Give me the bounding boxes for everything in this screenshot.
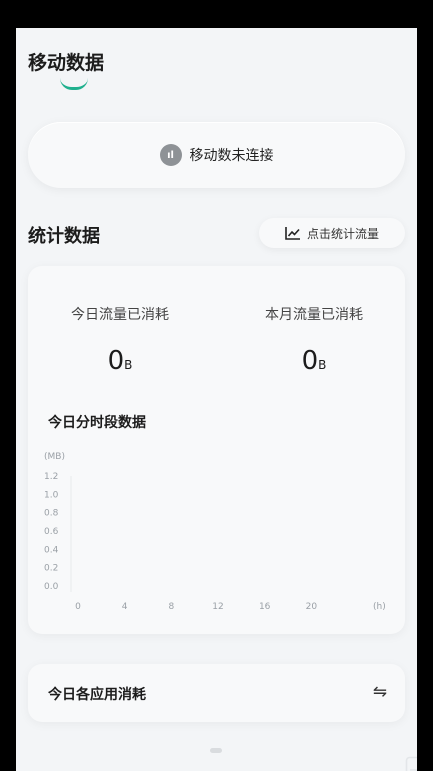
stats-heading: 统计数据 xyxy=(28,226,100,247)
x-tick-label: 0 xyxy=(75,602,81,612)
y-tick-label: 1.2 xyxy=(44,472,58,482)
app-usage-label: 今日各应用消耗 xyxy=(48,687,146,703)
line-chart-icon xyxy=(285,226,301,240)
month-usage-label: 本月流量已消耗 xyxy=(265,307,363,323)
x-tick-label: 20 xyxy=(306,602,318,612)
y-axis-unit: (MB) xyxy=(44,452,65,462)
y-tick-label: 0.8 xyxy=(44,509,59,519)
x-tick-label: 4 xyxy=(122,602,128,612)
app-usage-card[interactable]: 今日各应用消耗 ⇋ xyxy=(28,664,405,722)
floating-window-icon[interactable] xyxy=(405,756,417,771)
swap-arrows-icon[interactable]: ⇋ xyxy=(373,682,387,702)
y-tick-label: 0.6 xyxy=(44,527,59,537)
count-traffic-label: 点击统计流量 xyxy=(306,226,379,241)
y-tick-label: 0.2 xyxy=(44,564,58,574)
today-usage-label: 今日流量已消耗 xyxy=(71,307,169,323)
page-title: 移动数据 xyxy=(28,52,105,74)
month-usage-number: 0 xyxy=(301,346,319,376)
today-usage-number: 0 xyxy=(107,346,125,376)
connection-status-text: 移动数未连接 xyxy=(189,148,274,164)
home-indicator xyxy=(210,748,222,753)
stats-card: 今日流量已消耗 本月流量已消耗 0B 0B 今日分时段数据 (MB) (h) 0… xyxy=(28,266,405,634)
y-tick-label: 1.0 xyxy=(44,490,59,500)
x-axis-unit: (h) xyxy=(373,602,386,612)
hourly-usage-chart: (MB) (h) 0.0 0.2 0.4 0.6 0.8 1.0 1.2 0 4 8 12 16 20 xyxy=(44,452,386,612)
x-tick-label: 8 xyxy=(168,602,174,612)
x-tick-label: 12 xyxy=(212,602,223,612)
y-tick-label: 0.4 xyxy=(44,545,59,555)
month-usage-value: 0B xyxy=(224,346,404,376)
screen: 移动数据 ıl 移动数未连接 统计数据 点击统计流量 今日流量已消耗 本月流量已… xyxy=(16,28,417,771)
title-underline xyxy=(60,78,88,90)
connection-status-card[interactable]: ıl 移动数未连接 xyxy=(28,122,405,188)
today-usage-value: 0B xyxy=(30,346,210,376)
month-usage-unit: B xyxy=(318,358,327,372)
cellular-signal-icon: ıl xyxy=(159,144,182,166)
hourly-chart-title: 今日分时段数据 xyxy=(48,415,146,431)
y-tick-label: 0.0 xyxy=(44,582,59,592)
count-traffic-button[interactable]: 点击统计流量 xyxy=(259,218,405,248)
today-usage-unit: B xyxy=(124,358,133,372)
x-tick-label: 16 xyxy=(259,602,271,612)
